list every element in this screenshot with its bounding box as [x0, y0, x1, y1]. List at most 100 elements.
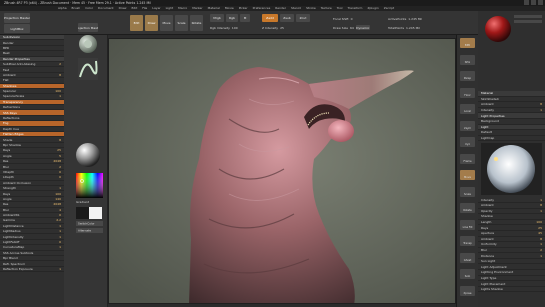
lsym-button[interactable]: LSym: [460, 120, 475, 131]
render-row-label: CurvatureMap: [3, 245, 25, 250]
m-button[interactable]: M: [240, 14, 250, 22]
render-row-label: LightIntensity: [3, 234, 24, 239]
render-row-label: Res: [3, 159, 9, 164]
zsub-button[interactable]: Zsub: [280, 14, 294, 22]
line-fill-button[interactable]: Line Fill: [460, 219, 475, 230]
panel-row-label: Length: [481, 220, 492, 225]
render-row-value: 1: [59, 229, 61, 234]
quick-sketch-button[interactable]: Projection Master: [78, 23, 98, 32]
render-row-value: 2: [59, 62, 61, 67]
panel-row-value: 8: [540, 102, 542, 107]
render-row-label: Shadows: [3, 83, 17, 88]
minimize-button[interactable]: [524, 0, 529, 5]
move-button[interactable]: Move: [160, 15, 173, 31]
edit-button[interactable]: Edit: [130, 15, 143, 31]
panel-row-label: Light Placement: [481, 281, 506, 286]
panel-row-label: Light Type: [481, 275, 497, 280]
panel-row-label: SkinShade4: [481, 96, 499, 101]
render-row-label: SSS Rays: [3, 110, 17, 115]
panel-row-label: Opacity: [481, 208, 493, 213]
render-row-reflection-exposure[interactable]: Reflection Exposure 1: [0, 266, 64, 273]
material-sphere-icon[interactable]: [76, 143, 100, 167]
panel-row-value: 1: [540, 197, 542, 202]
zbrush-window: ZBrush 4R7 P3 (x64) - ZBrush Document · …: [0, 0, 545, 307]
color-picker-icon[interactable]: [76, 173, 103, 198]
render-row-label: Strength: [3, 186, 16, 191]
panel-row-label: Shadow: [481, 214, 493, 219]
draw-button[interactable]: Draw: [145, 15, 158, 31]
render-row-label: LightRadius: [3, 229, 21, 234]
color-swatch[interactable]: [76, 207, 102, 219]
rotate-button[interactable]: Rotate: [190, 15, 203, 31]
render-row-label: Angle: [3, 153, 12, 158]
rgb-intensity-slider[interactable]: Rgb Intensity 100: [210, 25, 238, 30]
scale-button[interactable]: Scale: [460, 186, 475, 197]
left-shelf: Gradient SwitchColor Alternate: [64, 35, 108, 307]
z-intensity-slider[interactable]: Z Intensity 25: [262, 25, 284, 30]
render-row-value: 1: [59, 94, 61, 99]
xyz-button[interactable]: Xyz: [460, 137, 475, 147]
move-button[interactable]: Move: [460, 170, 475, 180]
render-row-value: 1: [59, 234, 61, 239]
transp-button[interactable]: Transp: [460, 236, 475, 246]
material-slider-2[interactable]: [514, 20, 542, 23]
light-sphere-preview[interactable]: [478, 141, 545, 197]
render-row-value: 2.2: [56, 218, 61, 223]
panel-row-value: 1: [540, 108, 542, 113]
local-button[interactable]: Local: [460, 104, 475, 114]
spix-button[interactable]: SPix: [460, 54, 475, 65]
panel-row-label: Ambient: [481, 102, 494, 107]
render-row-label: Specular: [3, 89, 17, 94]
render-row-label: Res: [3, 202, 9, 207]
zadd-button[interactable]: Zadd: [262, 14, 278, 22]
zcut-button[interactable]: Zcut: [296, 14, 310, 22]
scale-button[interactable]: Scale: [175, 15, 188, 31]
material-preview: [485, 15, 542, 42]
focal-shift-slider[interactable]: Focal Shift 0: [333, 16, 352, 21]
render-row-label: Fast: [3, 67, 10, 72]
panel-row-label: LightCap: [481, 136, 495, 141]
frame-button[interactable]: Frame: [460, 153, 475, 164]
close-button[interactable]: [538, 0, 543, 5]
render-row-value: 100: [55, 89, 61, 94]
ghost-button[interactable]: Ghost: [460, 252, 475, 263]
skinshade-material-icon[interactable]: [485, 16, 511, 42]
panel-row-lights-shadow[interactable]: Lights Shadow: [478, 287, 545, 293]
rgb-button[interactable]: Rgb: [226, 14, 238, 22]
viewport-canvas[interactable]: [108, 38, 456, 304]
render-row-label: Bpr Shadow: [3, 143, 21, 147]
material-slider[interactable]: [514, 15, 542, 18]
mrgb-button[interactable]: Mrgb: [210, 14, 224, 22]
light-position-handle[interactable]: [494, 157, 498, 162]
panel-row-value: 1: [540, 242, 542, 247]
render-row-label: LDepth: [3, 175, 14, 180]
render-row-label: LightFalloff: [3, 240, 20, 245]
draw-size-value: 64: [349, 25, 354, 30]
stroke-icon[interactable]: [78, 58, 98, 80]
solo-button[interactable]: Solo: [460, 269, 475, 279]
rotate-button[interactable]: Rotate: [460, 203, 475, 213]
active-points-readout: ActivePoints 1.245 Mil: [388, 16, 422, 21]
bpr-button[interactable]: BPR: [460, 38, 475, 48]
render-row-label: BPR: [3, 45, 9, 50]
projection-master-button[interactable]: Projection Master: [4, 13, 30, 23]
draw-size-slider[interactable]: Draw Size 64 Dynamic: [333, 25, 370, 30]
persp-button[interactable]: Persp: [460, 71, 475, 81]
render-row-value: 1: [59, 266, 61, 271]
render-row-label: Reflections: [3, 116, 20, 121]
lightbox-button[interactable]: LightBox: [4, 24, 30, 33]
window-controls: [524, 0, 543, 5]
xpose-button[interactable]: Xpose: [460, 285, 475, 296]
render-row-label: Flatten Edges: [3, 132, 24, 137]
panel-row-label: Light Adjustment: [481, 264, 507, 269]
standard-brush-icon[interactable]: [79, 35, 97, 53]
panel-row-label: Sun Light: [481, 259, 496, 264]
sculpt-model[interactable]: [109, 39, 456, 304]
floor-button[interactable]: Floor: [460, 87, 475, 98]
render-row-value: 2048: [53, 159, 61, 164]
render-row-label: VDepth: [3, 169, 15, 174]
panel-row-label: Uniformity: [481, 242, 497, 247]
maximize-button[interactable]: [531, 0, 536, 5]
render-row-label: AmbientSS: [3, 213, 20, 218]
dynamic-button[interactable]: Dynamic: [355, 25, 370, 30]
